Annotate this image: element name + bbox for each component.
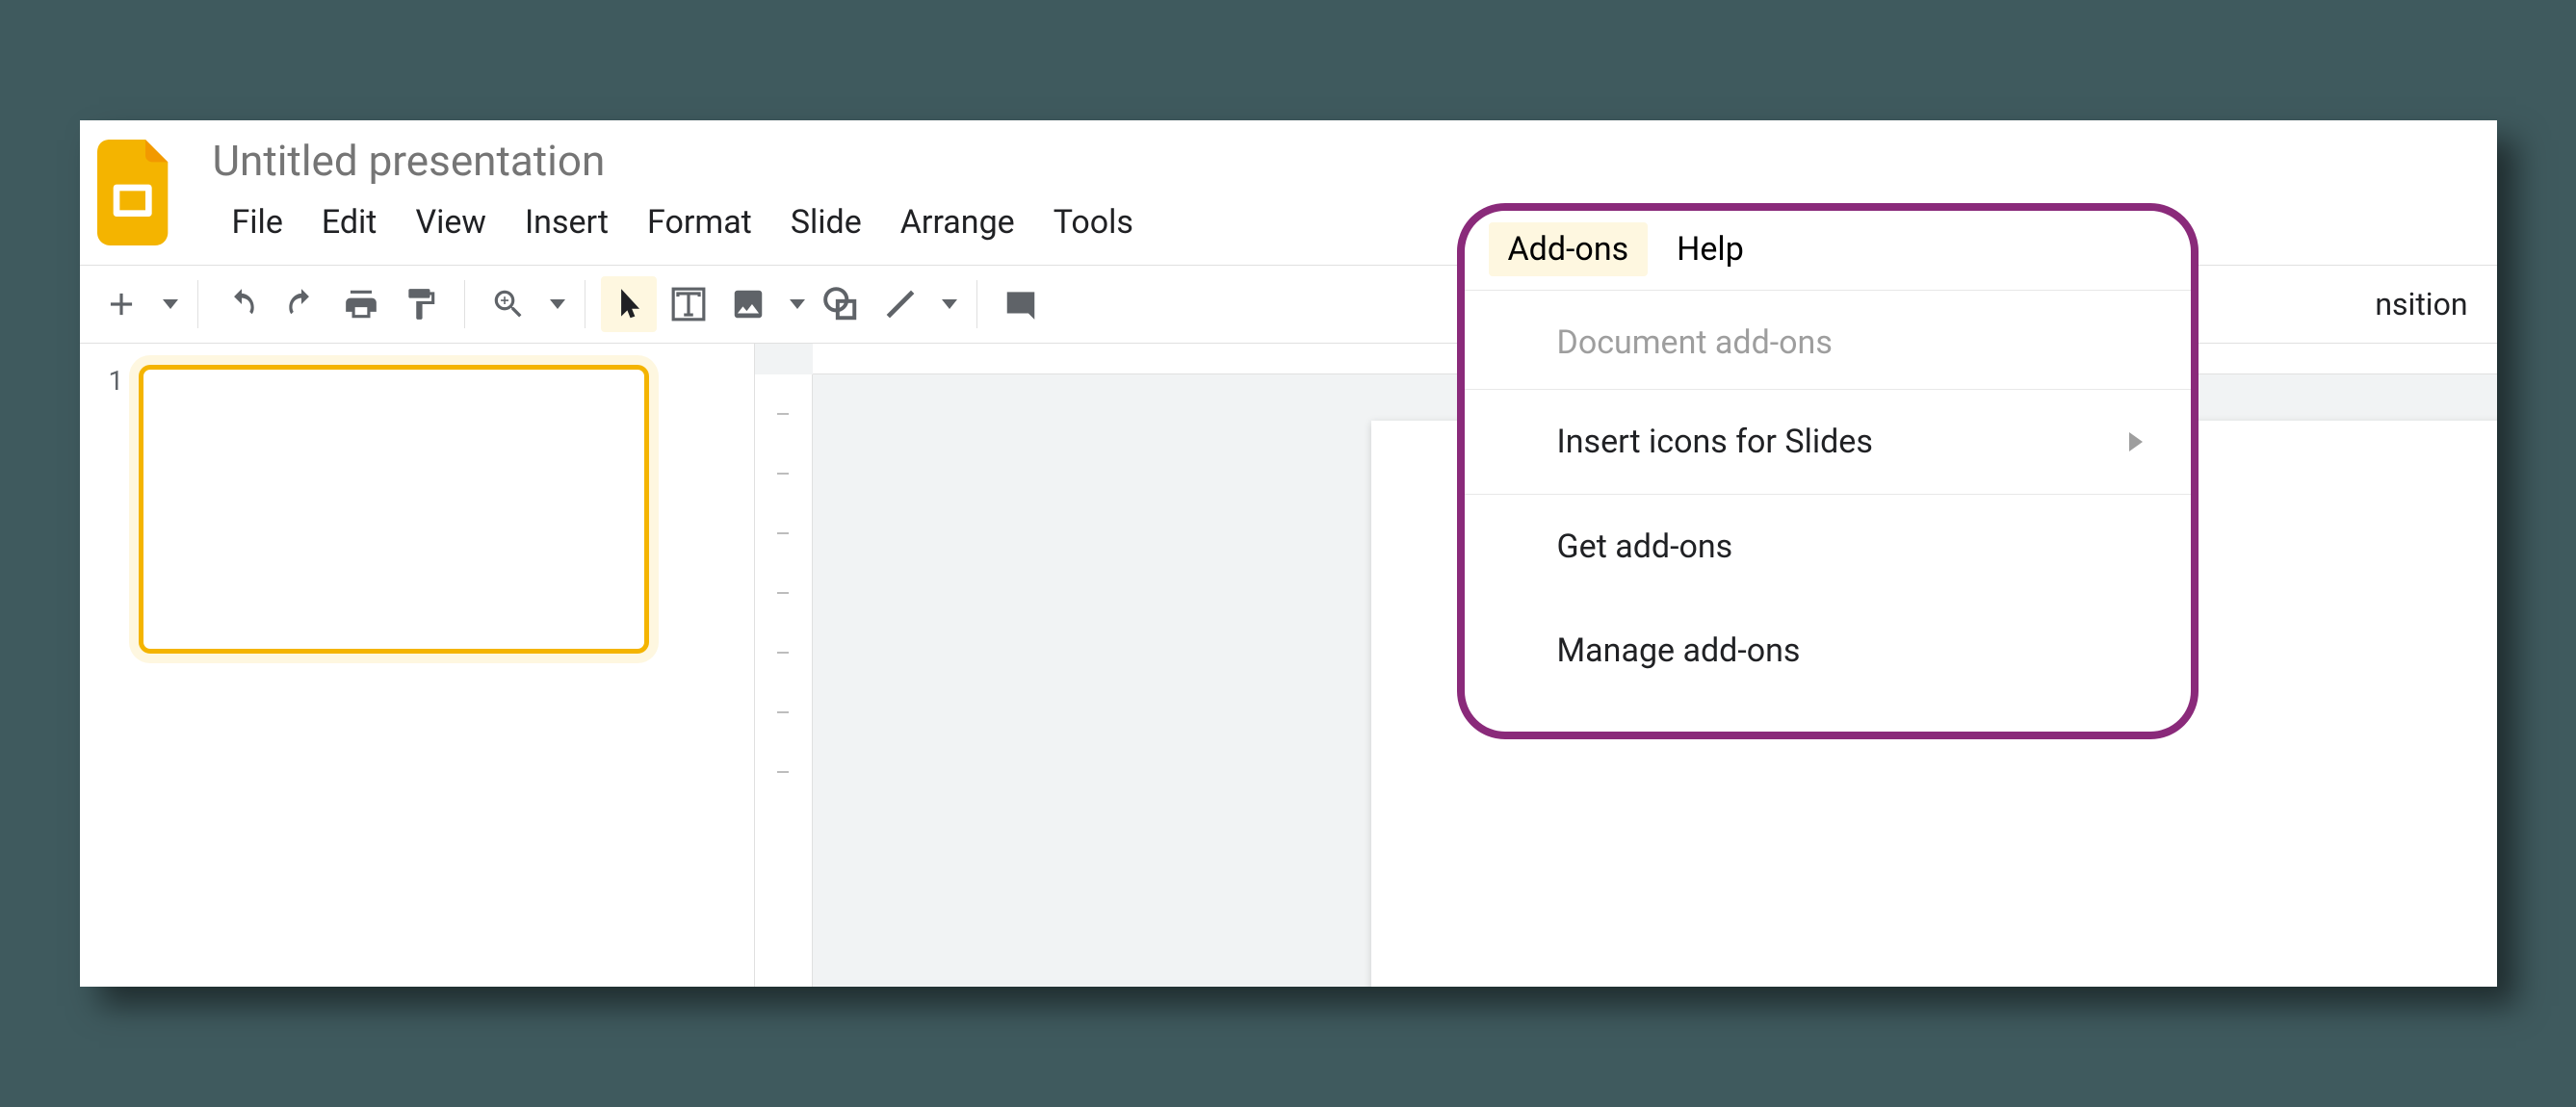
dropdown-item-manage-addons[interactable]: Manage add-ons [1465, 599, 2191, 703]
ruler-tick [777, 711, 789, 713]
slide-thumbnail-panel: 1 [80, 344, 754, 987]
ruler-tick [777, 592, 789, 594]
paint-format-button[interactable] [393, 276, 449, 332]
dropdown-item-label: Get add-ons [1557, 528, 1733, 566]
caret-down-icon [550, 299, 565, 309]
ruler-tick [777, 652, 789, 654]
menu-help[interactable]: Help [1657, 222, 1763, 276]
menu-format[interactable]: Format [628, 195, 771, 249]
comment-button[interactable] [993, 276, 1049, 332]
slides-logo-icon [97, 140, 174, 245]
image-dropdown[interactable] [780, 276, 809, 332]
undo-button[interactable] [214, 276, 270, 332]
shape-button[interactable] [813, 276, 869, 332]
ruler-tick [777, 532, 789, 534]
separator [197, 280, 198, 328]
slides-window: Untitled presentation File Edit View Ins… [80, 120, 2497, 987]
zoom-dropdown[interactable] [540, 276, 569, 332]
caret-down-icon [790, 299, 805, 309]
menu-insert[interactable]: Insert [506, 195, 628, 249]
ruler-tick [777, 413, 789, 415]
menu-edit[interactable]: Edit [302, 195, 397, 249]
ruler-tick [777, 771, 789, 773]
vertical-ruler [755, 374, 813, 987]
menu-arrange[interactable]: Arrange [881, 195, 1034, 249]
separator [976, 280, 977, 328]
new-slide-dropdown[interactable] [153, 276, 182, 332]
transition-button[interactable]: nsition [2359, 286, 2483, 322]
menu-addons[interactable]: Add-ons [1489, 222, 1649, 276]
submenu-arrow-icon [2129, 432, 2143, 451]
menu-file[interactable]: File [213, 195, 302, 249]
caret-down-icon [942, 299, 957, 309]
line-dropdown[interactable] [932, 276, 961, 332]
redo-button[interactable] [273, 276, 329, 332]
slide-thumbnail[interactable] [139, 365, 649, 654]
image-button[interactable] [720, 276, 776, 332]
separator [464, 280, 465, 328]
dropdown-item-label: Insert icons for Slides [1557, 423, 1873, 461]
menu-slide[interactable]: Slide [771, 195, 881, 249]
dropdown-section-title: Document add-ons [1465, 291, 2191, 390]
document-title[interactable]: Untitled presentation [213, 132, 2480, 195]
zoom-button[interactable] [481, 276, 536, 332]
menu-view[interactable]: View [396, 195, 506, 249]
new-slide-button[interactable] [93, 276, 149, 332]
dropdown-item-label: Manage add-ons [1557, 631, 1801, 670]
ruler-tick [777, 473, 789, 475]
caret-down-icon [163, 299, 178, 309]
line-button[interactable] [872, 276, 928, 332]
thumbnail-number: 1 [109, 365, 124, 965]
textbox-button[interactable] [661, 276, 716, 332]
dropdown-item-insert-icons[interactable]: Insert icons for Slides [1465, 390, 2191, 494]
dropdown-item-get-addons[interactable]: Get add-ons [1465, 495, 2191, 599]
select-tool-button[interactable] [601, 276, 657, 332]
menu-tools[interactable]: Tools [1034, 195, 1153, 249]
dropdown-menubar-segment: Add-ons Help [1465, 211, 2191, 291]
print-button[interactable] [333, 276, 389, 332]
addons-dropdown: Add-ons Help Document add-ons Insert ico… [1457, 203, 2199, 739]
